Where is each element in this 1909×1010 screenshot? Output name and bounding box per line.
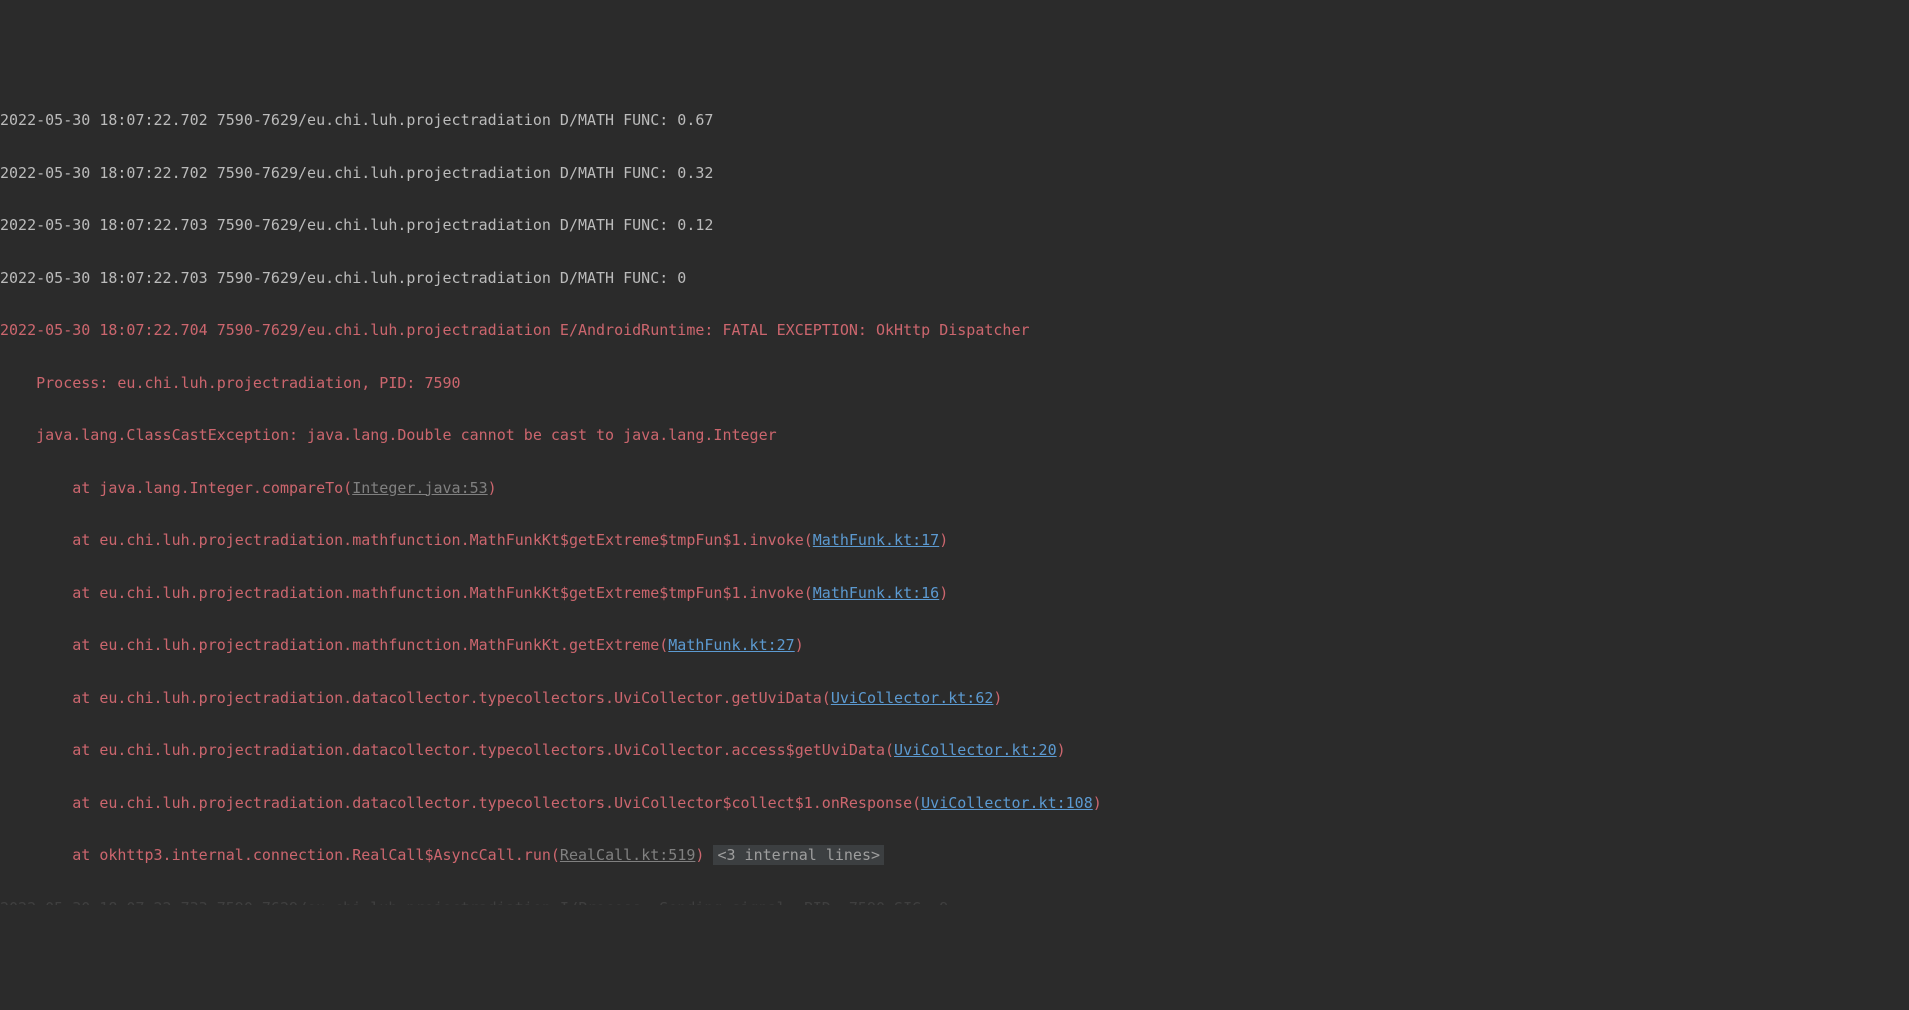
source-link[interactable]: Integer.java:53 [352,479,487,497]
stack-text: at java.lang.Integer.compareTo( [0,479,352,497]
stack-text: at okhttp3.internal.connection.RealCall$… [0,846,560,864]
log-line-debug: 2022-05-30 18:07:22.703 7590-7629/eu.chi… [0,212,1909,238]
log-line-error: 2022-05-30 18:07:22.704 7590-7629/eu.chi… [0,317,1909,343]
source-link[interactable]: MathFunk.kt:27 [668,636,794,654]
stack-text: at eu.chi.luh.projectradiation.datacolle… [0,689,831,707]
stack-text: ) [695,846,713,864]
source-link[interactable]: MathFunk.kt:17 [813,531,939,549]
log-line-info: 2022-05-30 18:07:22.733 7590-7629/eu.chi… [0,895,1909,905]
internal-lines-badge[interactable]: <3 internal lines> [713,845,884,865]
stack-text: at eu.chi.luh.projectradiation.mathfunct… [0,636,668,654]
source-link[interactable]: MathFunk.kt:16 [813,584,939,602]
stack-text: ) [795,636,804,654]
log-line-error: Process: eu.chi.luh.projectradiation, PI… [0,370,1909,396]
stack-frame: at java.lang.Integer.compareTo(Integer.j… [0,475,1909,501]
stack-text: ) [993,689,1002,707]
stack-text: ) [939,531,948,549]
stack-frame: at eu.chi.luh.projectradiation.datacolle… [0,790,1909,816]
stack-frame: at okhttp3.internal.connection.RealCall$… [0,842,1909,868]
stack-text: at eu.chi.luh.projectradiation.datacolle… [0,741,894,759]
stack-frame: at eu.chi.luh.projectradiation.mathfunct… [0,632,1909,658]
log-line-debug: 2022-05-30 18:07:22.703 7590-7629/eu.chi… [0,265,1909,291]
log-line-debug: 2022-05-30 18:07:22.702 7590-7629/eu.chi… [0,107,1909,133]
log-line-error: java.lang.ClassCastException: java.lang.… [0,422,1909,448]
stack-text: at eu.chi.luh.projectradiation.datacolle… [0,794,921,812]
stack-frame: at eu.chi.luh.projectradiation.datacolle… [0,737,1909,763]
source-link[interactable]: RealCall.kt:519 [560,846,695,864]
source-link[interactable]: UviCollector.kt:108 [921,794,1093,812]
stack-text: at eu.chi.luh.projectradiation.mathfunct… [0,531,813,549]
log-line-debug: 2022-05-30 18:07:22.702 7590-7629/eu.chi… [0,160,1909,186]
stack-frame: at eu.chi.luh.projectradiation.datacolle… [0,685,1909,711]
stack-frame: at eu.chi.luh.projectradiation.mathfunct… [0,527,1909,553]
stack-text: ) [939,584,948,602]
stack-text: ) [1093,794,1102,812]
source-link[interactable]: UviCollector.kt:62 [831,689,994,707]
source-link[interactable]: UviCollector.kt:20 [894,741,1057,759]
stack-text: at eu.chi.luh.projectradiation.mathfunct… [0,584,813,602]
stack-frame: at eu.chi.luh.projectradiation.mathfunct… [0,580,1909,606]
stack-text: ) [1057,741,1066,759]
stack-text: ) [488,479,497,497]
